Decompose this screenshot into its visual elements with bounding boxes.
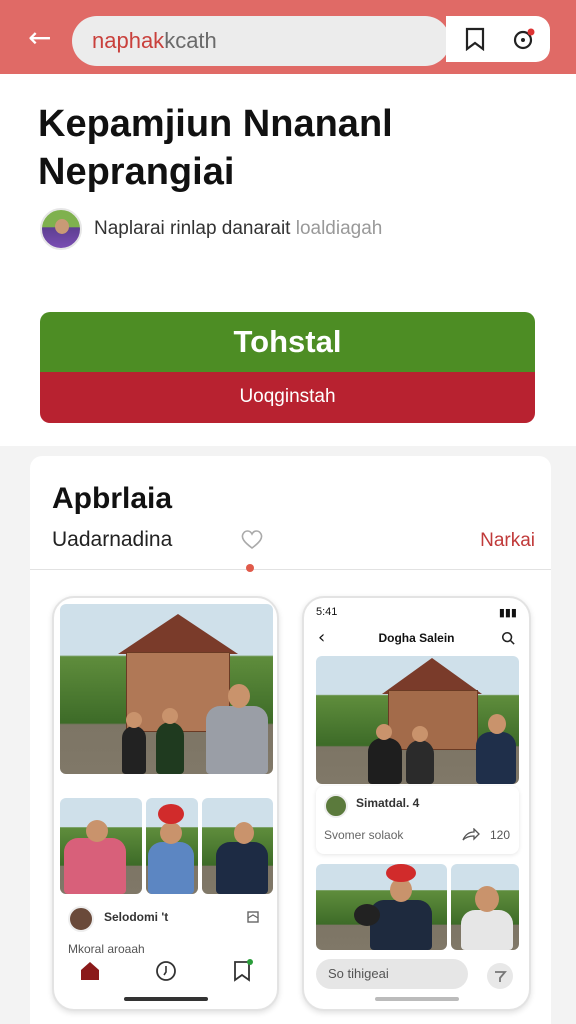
status-bar: 5:41 ▮▮▮ [316, 606, 517, 619]
header-title: Dogha Salein [378, 631, 455, 645]
avatar[interactable] [40, 208, 82, 250]
home-icon[interactable] [78, 959, 102, 983]
heart-icon[interactable] [240, 528, 264, 550]
home-indicator-2 [374, 997, 459, 1001]
back-arrow-icon[interactable]: ← [28, 22, 60, 54]
tab-right[interactable]: Narkai [480, 530, 535, 552]
bottom-nav [54, 957, 277, 987]
profile-name: Selodomi 't [104, 910, 169, 924]
caption: Mkoral aroaah [68, 942, 145, 956]
feed-photo-3[interactable] [451, 864, 519, 950]
tab-indicator [246, 564, 254, 572]
app-header: ‹ Dogha Salein [304, 628, 529, 650]
top-bar: ← naphakkcath [0, 0, 576, 74]
post-caption: Svomer solaok [324, 828, 404, 842]
home-indicator [123, 997, 208, 1001]
author-handle: loaldiagah [295, 218, 383, 239]
url-rest: kcath [164, 28, 217, 53]
tab-left[interactable]: Uadarnadina [52, 528, 172, 552]
url-field[interactable]: naphakkcath [72, 16, 450, 66]
post-avatar[interactable] [324, 794, 348, 818]
main-photo[interactable] [60, 604, 273, 774]
profile-card: Selodomi 't [68, 906, 268, 936]
phone-mockup-right: 5:41 ▮▮▮ ‹ Dogha Salein Simatdal. 4 Svom… [302, 596, 531, 1011]
filter-button[interactable] [487, 963, 513, 989]
search-input[interactable]: So tihigeai [316, 959, 468, 989]
thumb-photo-3[interactable] [202, 798, 273, 894]
filter-icon [495, 971, 507, 982]
title-line-1: Kepamjiun Nnananl [38, 103, 393, 145]
page-title: Kepamjiun Nnananl Neprangiai [38, 100, 538, 196]
profile-avatar[interactable] [68, 906, 94, 932]
thumb-photo-1[interactable] [60, 798, 142, 894]
signal-icon: ▮▮▮ [498, 606, 517, 619]
feed-photo-2[interactable] [316, 864, 447, 950]
feed-photo[interactable] [316, 656, 519, 784]
secondary-button[interactable]: Uoqginstah [40, 372, 535, 423]
phone-mockup-left: Selodomi 't Mkoral aroaah [52, 596, 279, 1011]
save-icon[interactable] [246, 910, 260, 924]
post-name: Simatdal. 4 [356, 796, 420, 810]
panel-tabs: Uadarnadina Narkai [30, 524, 551, 572]
search-icon[interactable] [501, 631, 515, 645]
author-name: Naplarai rinlap danarait [94, 218, 291, 239]
primary-button[interactable]: Tohstal [40, 312, 535, 372]
author-row[interactable]: Naplarai rinlap danarait loaldiagah [40, 208, 540, 252]
post-count: 120 [490, 828, 511, 842]
bookmark-nav-icon[interactable] [230, 959, 254, 983]
title-line-2: Neprangiai [38, 151, 235, 193]
url-prefix: naphak [92, 28, 165, 53]
status-time: 5:41 [316, 606, 338, 618]
toolbar-buttons [446, 16, 550, 62]
author-text: Naplarai rinlap danarait loaldiagah [94, 218, 382, 240]
post-card: Simatdal. 4 Svomer solaok 120 [316, 786, 519, 854]
panel-title: Apbrlaia [52, 482, 173, 515]
bookmark-icon[interactable] [464, 27, 486, 51]
action-block: Tohstal Uoqginstah [40, 312, 535, 423]
thumb-photo-2[interactable] [146, 798, 198, 894]
notification-icon[interactable] [512, 27, 536, 51]
compass-icon[interactable] [154, 959, 178, 983]
share-icon[interactable] [462, 828, 480, 842]
